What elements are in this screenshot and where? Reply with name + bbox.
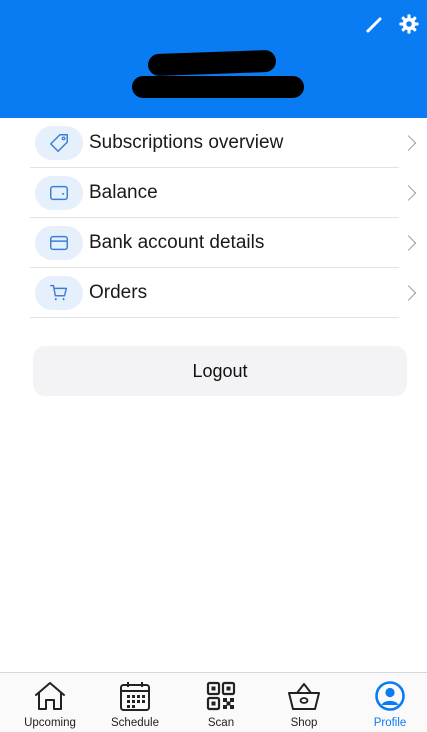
menu-item-label: Subscriptions overview [89, 131, 284, 153]
chevron-right-icon [400, 284, 417, 301]
settings-button[interactable] [396, 11, 422, 37]
edit-profile-button[interactable] [361, 11, 387, 37]
wallet-icon [50, 185, 68, 200]
credit-card-icon [50, 235, 68, 250]
menu-item-label: Balance [89, 181, 158, 203]
basket-icon [288, 683, 320, 710]
chevron-right-icon [400, 234, 417, 251]
redacted-user-detail [132, 76, 304, 98]
menu-item-label: Bank account details [89, 231, 265, 253]
tag-icon [50, 133, 68, 152]
tab-label: Upcoming [24, 717, 76, 729]
qr-code-icon [206, 681, 236, 711]
bottom-tab-bar: Upcoming Schedule Scan Shop Profile [0, 672, 427, 732]
chevron-right-icon [400, 134, 417, 151]
menu-item-balance[interactable]: Balance [30, 168, 417, 218]
tab-schedule[interactable]: Schedule [93, 679, 177, 729]
gear-icon [399, 14, 419, 34]
redacted-user-name [147, 49, 277, 77]
tab-label: Schedule [111, 717, 159, 729]
menu-item-subscriptions-overview[interactable]: Subscriptions overview [30, 118, 417, 168]
cart-icon [50, 284, 68, 300]
tab-shop[interactable]: Shop [262, 679, 346, 729]
menu-item-orders[interactable]: Orders [30, 268, 417, 318]
logout-button[interactable]: Logout [33, 346, 407, 396]
pencil-icon [366, 17, 382, 33]
tab-profile[interactable]: Profile [348, 679, 427, 729]
menu-item-bank-account-details[interactable]: Bank account details [30, 218, 417, 268]
user-circle-icon [375, 681, 405, 711]
tab-label: Shop [290, 717, 318, 729]
chevron-right-icon [400, 184, 417, 201]
home-icon [35, 682, 65, 710]
profile-header [0, 0, 427, 118]
tab-label: Profile [373, 717, 407, 729]
tab-upcoming[interactable]: Upcoming [8, 679, 92, 729]
tab-scan[interactable]: Scan [179, 679, 263, 729]
tab-label: Scan [207, 717, 235, 729]
menu-item-label: Orders [89, 281, 148, 303]
profile-menu-list: Subscriptions overview Balance Bank acco… [30, 118, 417, 318]
calendar-icon [120, 682, 150, 711]
